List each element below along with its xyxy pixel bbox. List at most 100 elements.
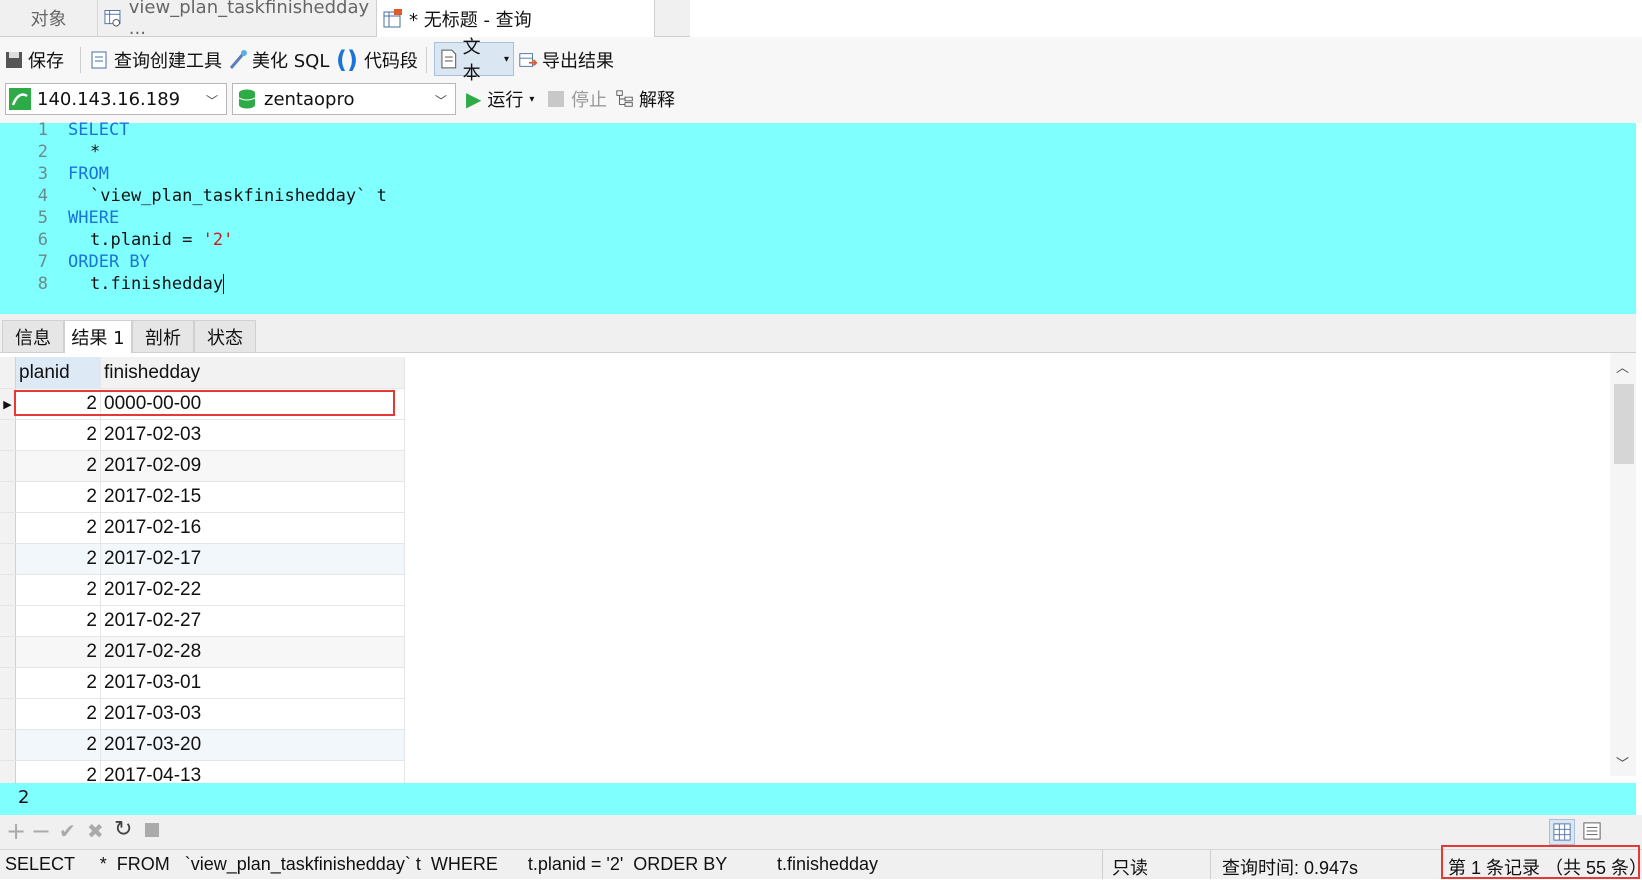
tab-view[interactable]: view_plan_taskfinishedday ... xyxy=(97,0,376,39)
status-readonly: 只读 xyxy=(1112,858,1148,878)
result-grid[interactable]: planid finishedday ▶ 2 0000-00-00 2 2017-02… xyxy=(0,353,1610,792)
scroll-down-icon[interactable]: ﹀ xyxy=(1616,753,1629,772)
table-row[interactable]: 2 2017-03-01 xyxy=(0,667,405,699)
line-number: 3 xyxy=(37,164,48,184)
mysql-connection-icon xyxy=(9,88,31,110)
cell-planid[interactable]: 2 xyxy=(15,605,101,637)
cell-planid[interactable]: 2 xyxy=(15,574,101,606)
table-row[interactable]: 2 2017-02-28 xyxy=(0,636,405,668)
cell-planid[interactable]: 2 xyxy=(15,512,101,544)
sql-editor[interactable]: 1 2 3 4 5 6 7 8 SELECT * FROM `view_plan… xyxy=(0,120,1636,314)
sql-condition: t.planid = '2' xyxy=(90,230,233,250)
column-header-finishedday[interactable]: finishedday xyxy=(100,357,405,389)
explain-button[interactable]: 解释 xyxy=(615,82,675,116)
tab-objects[interactable]: 对象 xyxy=(0,0,97,36)
text-mode-button[interactable]: 文本 ▾ xyxy=(434,37,514,84)
cell-planid[interactable]: 2 xyxy=(15,450,101,482)
status-query-time: 查询时间: 0.947s xyxy=(1222,858,1359,878)
cell-finishedday[interactable]: 2017-02-16 xyxy=(100,512,405,544)
table-row[interactable]: 2 2017-02-15 xyxy=(0,481,405,513)
sql-order-column-text: t.finishedday xyxy=(90,274,224,294)
delete-record-icon[interactable]: − xyxy=(31,817,51,845)
save-button[interactable]: 保存 xyxy=(4,43,64,77)
cell-finishedday[interactable]: 2017-02-03 xyxy=(100,419,405,451)
cell-finishedday[interactable]: 2017-02-22 xyxy=(100,574,405,606)
line-number: 7 xyxy=(37,252,48,272)
cell-finishedday[interactable]: 2017-02-28 xyxy=(100,636,405,668)
cell-planid[interactable]: 2 xyxy=(15,667,101,699)
tab-result-1[interactable]: 结果 1 xyxy=(64,320,132,353)
save-label: 保存 xyxy=(28,51,64,72)
row-indicator xyxy=(0,667,16,699)
table-row[interactable]: 2 2017-02-09 xyxy=(0,450,405,482)
apply-changes-icon[interactable]: ✔ xyxy=(59,819,76,843)
stop-refresh-icon[interactable] xyxy=(145,823,159,837)
cell-finishedday[interactable]: 2017-03-03 xyxy=(100,698,405,730)
toolbar-divider xyxy=(426,47,427,73)
status-divider xyxy=(1210,850,1211,879)
table-row[interactable]: 2 2017-02-03 xyxy=(0,419,405,451)
code-snippet-button[interactable]: () 代码段 xyxy=(336,43,418,77)
query-table-icon xyxy=(383,8,402,27)
refresh-icon[interactable]: ↻ xyxy=(114,817,132,842)
connection-bar: 140.143.16.189 ﹀ zentaopro ﹀ ▶ 运行 ▾ 停止 解… xyxy=(0,83,1642,123)
tab-info[interactable]: 信息 xyxy=(2,320,64,352)
save-icon xyxy=(6,52,22,68)
row-indicator xyxy=(0,605,16,637)
table-row[interactable]: 2 2017-02-22 xyxy=(0,574,405,606)
toolbar-divider xyxy=(80,47,81,73)
sql-order-column: t.finishedday xyxy=(90,274,225,294)
record-count-highlight-box xyxy=(1441,845,1640,879)
tab-profile[interactable]: 剖析 xyxy=(132,320,194,352)
run-button[interactable]: ▶ 运行 ▾ xyxy=(466,82,534,116)
cell-planid[interactable]: 2 xyxy=(15,729,101,761)
cell-value-bar[interactable]: 2 xyxy=(0,783,1636,815)
table-row[interactable]: 2 2017-02-27 xyxy=(0,605,405,637)
connection-select[interactable]: 140.143.16.189 ﹀ xyxy=(5,83,227,115)
tab-status[interactable]: 状态 xyxy=(194,320,256,352)
text-caret xyxy=(223,274,225,294)
add-record-icon[interactable]: + xyxy=(6,817,26,845)
row-indicator xyxy=(0,481,16,513)
cell-planid[interactable]: 2 xyxy=(15,543,101,575)
query-builder-button[interactable]: 查询创建工具 xyxy=(90,43,222,77)
scrollbar-thumb[interactable] xyxy=(1614,384,1634,464)
cell-finishedday[interactable]: 2017-02-17 xyxy=(100,543,405,575)
row-indicator xyxy=(0,450,16,482)
cell-planid[interactable]: 2 xyxy=(15,419,101,451)
cell-planid[interactable]: 2 xyxy=(15,698,101,730)
database-select[interactable]: zentaopro ﹀ xyxy=(232,83,456,115)
document-tab-bar: 对象 view_plan_taskfinishedday ... * 无标题 -… xyxy=(0,0,1642,39)
column-header-planid[interactable]: planid xyxy=(15,357,101,389)
line-number: 5 xyxy=(37,208,48,228)
cell-planid[interactable]: 2 xyxy=(15,481,101,513)
line-number: 2 xyxy=(37,142,48,162)
run-dropdown-icon[interactable]: ▾ xyxy=(529,94,534,105)
scroll-up-icon[interactable]: ︿ xyxy=(1616,357,1629,376)
grid-view-button[interactable] xyxy=(1549,819,1575,845)
beautify-sql-button[interactable]: 美化 SQL xyxy=(228,43,329,77)
table-row[interactable]: 2 2017-03-20 xyxy=(0,729,405,761)
tab-untitled-query[interactable]: * 无标题 - 查询 xyxy=(376,0,655,37)
table-row[interactable]: 2 2017-03-03 xyxy=(0,698,405,730)
cell-finishedday[interactable]: 2017-02-09 xyxy=(100,450,405,482)
cell-planid[interactable]: 2 xyxy=(15,636,101,668)
cell-finishedday[interactable]: 2017-02-15 xyxy=(100,481,405,513)
text-mode-dropdown-icon[interactable]: ▾ xyxy=(504,54,509,65)
export-results-button[interactable]: 导出结果 xyxy=(518,43,614,77)
cell-finishedday[interactable]: 2017-03-01 xyxy=(100,667,405,699)
row-indicator-header xyxy=(0,357,16,389)
cell-finishedday[interactable]: 2017-02-27 xyxy=(100,605,405,637)
export-icon xyxy=(519,53,538,67)
beautify-sql-label: 美化 SQL xyxy=(252,51,330,72)
stop-button[interactable]: 停止 xyxy=(548,82,607,116)
table-row[interactable]: 2 2017-02-17 xyxy=(0,543,405,575)
discard-changes-icon[interactable]: ✖ xyxy=(87,819,104,843)
run-label: 运行 xyxy=(487,90,524,111)
form-view-button[interactable] xyxy=(1580,819,1606,845)
cell-finishedday[interactable]: 2017-03-20 xyxy=(100,729,405,761)
code-snippet-label: 代码段 xyxy=(363,51,418,72)
explain-icon xyxy=(616,90,633,107)
database-name: zentaopro xyxy=(264,88,355,110)
table-row[interactable]: 2 2017-02-16 xyxy=(0,512,405,544)
